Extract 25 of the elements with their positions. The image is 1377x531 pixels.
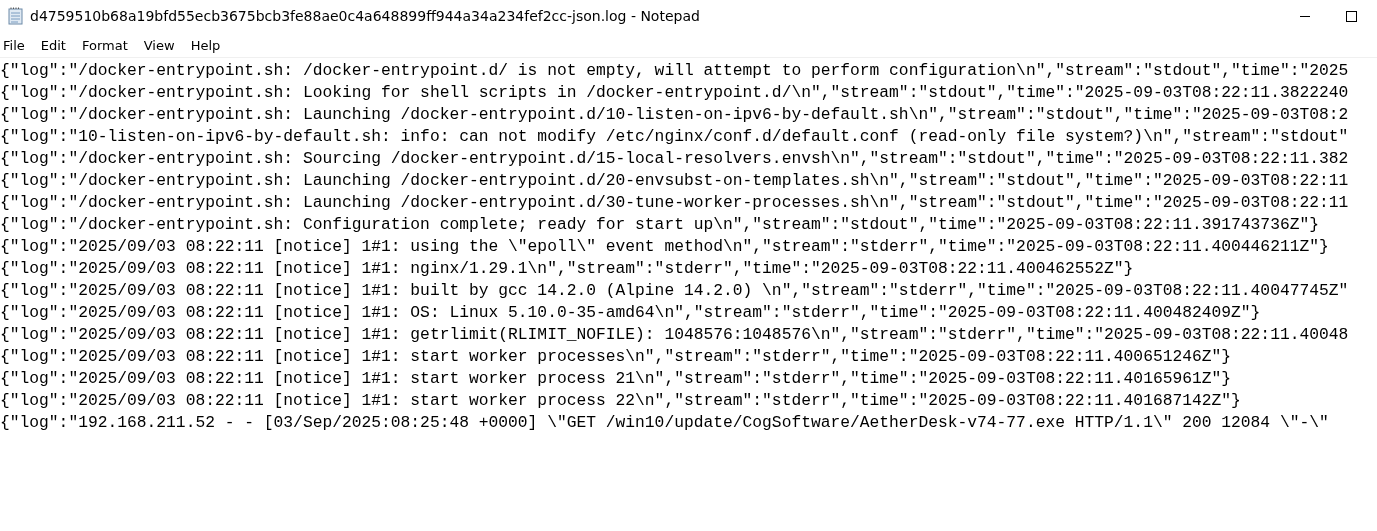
- notepad-icon: [8, 7, 24, 25]
- text-line: {"log":"/docker-entrypoint.sh: Configuration complete; ready for start up\n","stream":"stdout","time":"2025-09-03T08:22:11.391743736Z"}: [0, 214, 1319, 236]
- text-line: {"log":"2025/09/03 08:22:11 [notice] 1#1: built by gcc 14.2.0 (Alpine 14.2.0) \n","stream":"stderr","time":"2025-09-03T08:22:11.40047745Z": [0, 280, 1349, 302]
- text-line: {"log":"2025/09/03 08:22:11 [notice] 1#1: start worker processes\n","stream":"stderr","time":"2025-09-03T08:22:11.400651246Z"}: [0, 346, 1232, 368]
- text-line: {"log":"2025/09/03 08:22:11 [notice] 1#1: start worker process 22\n","stream":"stderr","time":"2025-09-03T08:22:11.401687142Z"}: [0, 390, 1241, 412]
- text-line: {"log":"/docker-entrypoint.sh: Looking for shell scripts in /docker-entrypoint.d/\n","stream":"stdout","time":"2025-09-03T08:22:11.3822240: [0, 82, 1349, 104]
- text-line: {"log":"2025/09/03 08:22:11 [notice] 1#1: nginx/1.29.1\n","stream":"stderr","time":"2025-09-03T08:22:11.400462552Z"}: [0, 258, 1134, 280]
- text-line: {"log":"2025/09/03 08:22:11 [notice] 1#1: getrlimit(RLIMIT_NOFILE): 1048576:1048576\n","stream":"stderr","time":"2025-09-03T08:22:11.40048: [0, 324, 1349, 346]
- text-line: {"log":"192.168.211.52 - - [03/Sep/2025:08:25:48 +0000] \"GET /win10/update/CogSoftware/AetherDesk-v74-77.exe HTTP/1.1\" 200 12084 \"-\": [0, 412, 1329, 434]
- text-line: {"log":"10-listen-on-ipv6-by-default.sh: info: can not modify /etc/nginx/conf.d/default.conf (read-only file system?)\n","stream":"stdout": [0, 126, 1349, 148]
- menu-item[interactable]: Edit: [37, 36, 73, 53]
- text-line: {"log":"/docker-entrypoint.sh: Launching /docker-entrypoint.d/10-listen-on-ipv6-by-default.sh\n","stream":"stdout","time":"2025-09-03T08:2: [0, 104, 1349, 126]
- text-line: {"log":"/docker-entrypoint.sh: Launching /docker-entrypoint.d/20-envsubst-on-templates.sh\n","stream":"stdout","time":"2025-09-03T08:22:11: [0, 170, 1349, 192]
- text-line: {"log":"2025/09/03 08:22:11 [notice] 1#1: OS: Linux 5.10.0-35-amd64\n","stream":"stderr","time":"2025-09-03T08:22:11.400482409Z"}: [0, 302, 1261, 324]
- text-line: {"log":"2025/09/03 08:22:11 [notice] 1#1: start worker process 21\n","stream":"stderr","time":"2025-09-03T08:22:11.40165961Z"}: [0, 368, 1232, 390]
- menu-item[interactable]: Help: [187, 36, 228, 53]
- text-line: {"log":"/docker-entrypoint.sh: /docker-entrypoint.d/ is not empty, will attempt to perform configuration\n","stream":"stdout","time":"2025: [0, 60, 1349, 82]
- window-title: d4759510b68a19bfd55ecb3675bcb3fe88ae0c4a648899ff944a34a234fef2cc-json.log - Notepad: [30, 8, 700, 24]
- menu-item[interactable]: View: [140, 36, 182, 53]
- text-line: {"log":"2025/09/03 08:22:11 [notice] 1#1: using the \"epoll\" event method\n","stream":"stderr","time":"2025-09-03T08:22:11.400446211Z"}: [0, 236, 1329, 258]
- maximize-icon: [1345, 10, 1357, 22]
- text-line: {"log":"/docker-entrypoint.sh: Sourcing /docker-entrypoint.d/15-local-resolvers.envsh\n","stream":"stdout","time":"2025-09-03T08:22:11.382: [0, 148, 1349, 170]
- text-line: {"log":"/docker-entrypoint.sh: Launching /docker-entrypoint.d/30-tune-worker-processes.sh\n","stream":"stdout","time":"2025-09-03T08:22:11: [0, 192, 1349, 214]
- menu-item[interactable]: File: [0, 36, 32, 53]
- menu-item[interactable]: Format: [78, 36, 135, 53]
